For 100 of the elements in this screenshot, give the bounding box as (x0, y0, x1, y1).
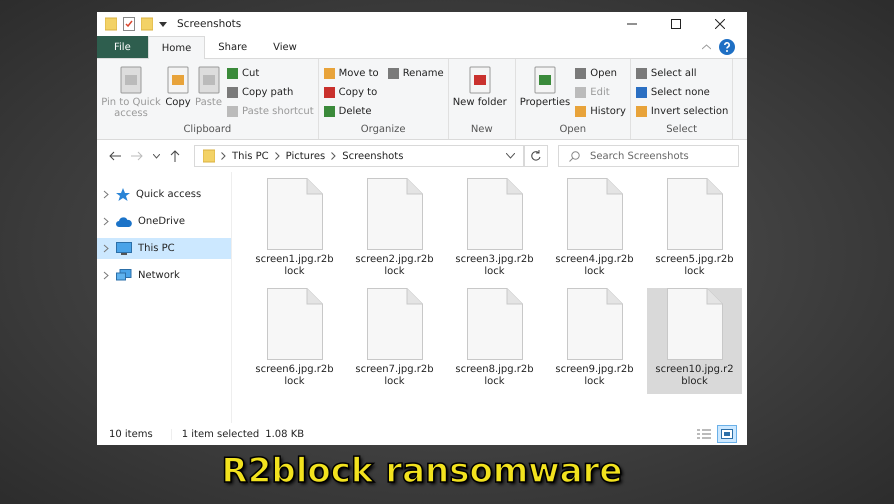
ribbon-button[interactable]: Copy to (322, 83, 379, 102)
square-icon (634, 67, 648, 80)
group-label: Open (558, 123, 588, 137)
file-item[interactable]: screen7.jpg.r2block (347, 288, 442, 394)
file-name: screen8.jpg.r2block (454, 364, 534, 388)
chevron-icon (221, 152, 226, 160)
file-item[interactable]: screen5.jpg.r2block (647, 178, 742, 284)
ribbon-button[interactable]: Invert selection (634, 102, 728, 121)
ribbon-button[interactable]: Move to (322, 64, 379, 83)
back-icon[interactable] (109, 151, 121, 161)
ribbon-tab[interactable]: View (260, 36, 310, 58)
ribbon-button[interactable]: Rename (386, 64, 444, 83)
square-icon (226, 105, 239, 118)
ribbon-button[interactable]: Cut (226, 64, 314, 83)
document-icon (165, 65, 191, 95)
monitor-icon (116, 242, 132, 256)
ribbon-button[interactable]: History (574, 102, 626, 121)
cloud-icon (116, 216, 132, 228)
breadcrumb[interactable]: Pictures (286, 150, 326, 162)
file-name: screen5.jpg.r2block (654, 254, 734, 278)
file-name: screen1.jpg.r2block (254, 254, 334, 278)
file-item[interactable]: screen9.jpg.r2block (547, 288, 642, 394)
file-item[interactable]: screen8.jpg.r2block (447, 288, 542, 394)
file-name: screen7.jpg.r2block (354, 364, 434, 388)
maximize-icon[interactable] (671, 19, 681, 29)
ribbon-button[interactable]: Select none (634, 83, 728, 102)
file-item[interactable]: screen2.jpg.r2block (347, 178, 442, 284)
recent-icon[interactable] (153, 154, 160, 158)
folder-icon (203, 149, 215, 163)
file-icon (666, 288, 722, 360)
file-icon (266, 288, 322, 360)
ribbon-tab[interactable]: File (97, 36, 148, 58)
folder-icon (105, 17, 117, 31)
file-icon (266, 178, 322, 250)
help-icon[interactable] (719, 39, 735, 55)
square-icon (322, 105, 336, 118)
file-icon (366, 288, 422, 360)
sidebar-label: Network (138, 270, 180, 281)
close-icon[interactable] (715, 19, 725, 29)
breadcrumb[interactable]: This PC (232, 150, 269, 162)
sidebar-item-background[interactable]: This PC (97, 238, 231, 259)
dropdown-icon[interactable] (159, 20, 167, 28)
chevron-icon[interactable] (103, 271, 110, 280)
properties-icon[interactable] (123, 17, 135, 31)
ribbon-button[interactable]: Delete (322, 102, 379, 121)
square-icon (634, 86, 648, 99)
file-item[interactable]: screen4.jpg.r2block (547, 178, 642, 284)
network-icon (116, 268, 132, 282)
square-icon (634, 105, 648, 118)
file-item[interactable]: screen3.jpg.r2block (447, 178, 542, 284)
search-box[interactable]: Search Screenshots (558, 145, 739, 167)
file-name: screen4.jpg.r2block (554, 254, 634, 278)
file-item[interactable]: screen6.jpg.r2block (247, 288, 342, 394)
star-icon (116, 188, 130, 202)
ribbon-button[interactable]: Copy path (226, 83, 314, 102)
square-icon (574, 105, 588, 118)
chevron-icon[interactable] (103, 217, 110, 226)
breadcrumb[interactable]: Screenshots (342, 150, 404, 162)
square-icon (226, 86, 239, 99)
ribbon-button[interactable]: Select all (634, 64, 728, 83)
sidebar-label: OneDrive (138, 216, 186, 227)
dropdown-icon[interactable] (506, 153, 515, 159)
large-icons-view-button[interactable] (717, 425, 737, 443)
up-icon[interactable] (170, 150, 180, 162)
sidebar-item-background[interactable]: Network (97, 265, 231, 286)
file-item[interactable]: screen10.jpg.r2block (647, 288, 742, 394)
file-name: screen3.jpg.r2block (454, 254, 534, 278)
collapse-icon[interactable] (702, 44, 711, 50)
document-icon (466, 65, 493, 95)
file-item[interactable]: screen1.jpg.r2block (247, 178, 342, 284)
chevron-icon[interactable] (103, 190, 110, 199)
ribbon-button[interactable]: Open (574, 64, 626, 83)
selection-info: 1 item selected (170, 428, 260, 440)
sidebar-item-background[interactable]: Quick access (97, 184, 231, 205)
document-icon (532, 65, 558, 95)
ribbon-button[interactable]: New folder (452, 61, 507, 123)
file-icon (566, 178, 622, 250)
caption: R2block ransomware (222, 451, 622, 491)
group-label: Organize (360, 123, 407, 137)
chevron-icon[interactable] (103, 244, 110, 253)
square-icon (574, 86, 588, 99)
sidebar-item-background[interactable]: OneDrive (97, 211, 231, 232)
ribbon-tab[interactable]: Home (148, 36, 206, 59)
square-icon (322, 67, 336, 80)
square-icon (322, 86, 336, 99)
group-label: Select (665, 123, 698, 137)
ribbon-button[interactable]: Properties (520, 61, 570, 123)
ribbon-button[interactable]: Copy (165, 61, 191, 123)
file-name: screen6.jpg.r2block (254, 364, 334, 388)
ribbon-tab[interactable]: Share (205, 36, 260, 58)
square-icon (574, 67, 588, 80)
details-view-icon[interactable] (697, 428, 711, 440)
document-icon (118, 65, 144, 95)
file-name: screen2.jpg.r2block (354, 254, 434, 278)
refresh-button[interactable] (524, 145, 548, 167)
file-icon (666, 178, 722, 250)
file-size: 1.08 KB (265, 428, 304, 440)
chevron-icon (274, 152, 280, 160)
file-icon (466, 178, 522, 250)
square-icon (386, 67, 400, 80)
